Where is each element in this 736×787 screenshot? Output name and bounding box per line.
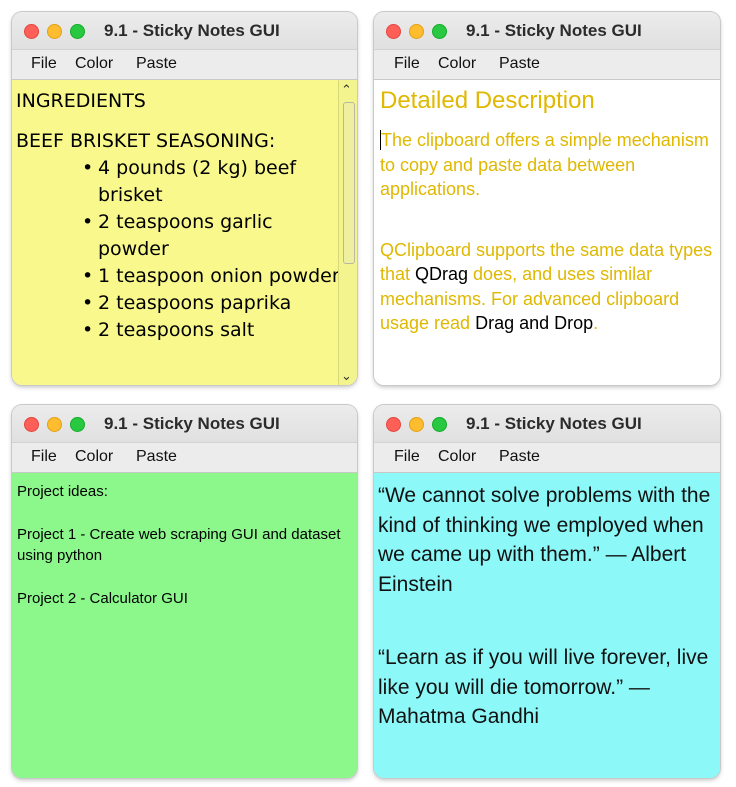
note-line: Project 2 - Calculator GUI [17,590,188,607]
close-window-button[interactable] [24,417,39,432]
close-window-button[interactable] [386,417,401,432]
maximize-window-button[interactable] [70,417,85,432]
scroll-down-icon[interactable]: ⌄ [341,370,352,383]
menu-color[interactable]: Color [75,55,113,73]
note-heading: Detailed Description [380,87,595,114]
menu-color[interactable]: Color [438,55,476,73]
scroll-up-icon[interactable]: ⌃ [341,84,352,97]
menu-file[interactable]: File [31,55,57,73]
sticky-note-window-green: 9.1 - Sticky Notes GUI File Color Paste … [12,405,357,778]
menu-bar: File Color Paste [12,443,357,473]
minimize-window-button[interactable] [409,24,424,39]
note-line: Project 1 - Create web scraping GUI and … [17,526,341,564]
menu-file[interactable]: File [31,448,57,466]
menu-bar: File Color Paste [12,50,357,80]
ingredient-list: 4 pounds (2 kg) beef brisket 2 teaspoons… [16,155,342,344]
window-title: 9.1 - Sticky Notes GUI [104,21,280,40]
sticky-note-window-white: 9.1 - Sticky Notes GUI File Color Paste … [374,12,720,385]
close-window-button[interactable] [386,24,401,39]
menu-paste[interactable]: Paste [499,448,540,466]
title-bar[interactable]: 9.1 - Sticky Notes GUI [374,12,720,50]
menu-paste[interactable]: Paste [136,55,177,73]
vertical-scrollbar[interactable]: ⌃ ⌄ [338,80,357,385]
menu-paste[interactable]: Paste [499,55,540,73]
qdrag-text: QDrag [415,264,469,284]
maximize-window-button[interactable] [432,417,447,432]
window-title: 9.1 - Sticky Notes GUI [466,21,642,40]
maximize-window-button[interactable] [70,24,85,39]
minimize-window-button[interactable] [47,417,62,432]
title-bar[interactable]: 9.1 - Sticky Notes GUI [12,12,357,50]
note-subheading: BEEF BRISKET SEASONING: [16,130,276,152]
menu-file[interactable]: File [394,55,420,73]
list-item: 1 teaspoon onion powder [82,263,342,290]
title-bar[interactable]: 9.1 - Sticky Notes GUI [374,405,720,443]
quote-gandhi: “Learn as if you will live forever, live… [378,646,709,728]
sticky-note-window-cyan: 9.1 - Sticky Notes GUI File Color Paste … [374,405,720,778]
paragraph-text: . [593,313,599,333]
maximize-window-button[interactable] [432,24,447,39]
note-text-area[interactable]: INGREDIENTS BEEF BRISKET SEASONING: 4 po… [12,80,357,385]
sticky-note-window-yellow: 9.1 - Sticky Notes GUI File Color Paste … [12,12,357,385]
menu-color[interactable]: Color [75,448,113,466]
note-line: Project ideas: [17,483,108,500]
menu-color[interactable]: Color [438,448,476,466]
drag-and-drop-text: Drag and Drop [475,313,594,333]
title-bar[interactable]: 9.1 - Sticky Notes GUI [12,405,357,443]
list-item: 2 teaspoons salt [82,317,342,344]
menu-bar: File Color Paste [374,50,720,80]
note-paragraph: The clipboard offers a simple mechanism … [380,128,720,202]
window-title: 9.1 - Sticky Notes GUI [466,414,642,433]
minimize-window-button[interactable] [409,417,424,432]
list-item: 2 teaspoons paprika [82,290,342,317]
note-text-area[interactable]: Detailed Description The clipboard offer… [374,80,720,385]
minimize-window-button[interactable] [47,24,62,39]
menu-bar: File Color Paste [374,443,720,473]
paragraph-text: The clipboard offers a simple mechanism … [380,130,709,199]
list-item: 4 pounds (2 kg) beef brisket [82,155,342,209]
menu-file[interactable]: File [394,448,420,466]
note-text-area[interactable]: “We cannot solve problems with the kind … [374,473,720,778]
menu-paste[interactable]: Paste [136,448,177,466]
quote-einstein: “We cannot solve problems with the kind … [378,484,711,596]
note-heading: INGREDIENTS [16,90,146,112]
scroll-thumb[interactable] [343,102,355,264]
note-paragraph: QClipboard supports the same data types … [380,238,720,336]
note-text-area[interactable]: Project ideas: Project 1 - Create web sc… [12,473,357,778]
list-item: 2 teaspoons garlic powder [82,209,342,263]
window-title: 9.1 - Sticky Notes GUI [104,414,280,433]
close-window-button[interactable] [24,24,39,39]
